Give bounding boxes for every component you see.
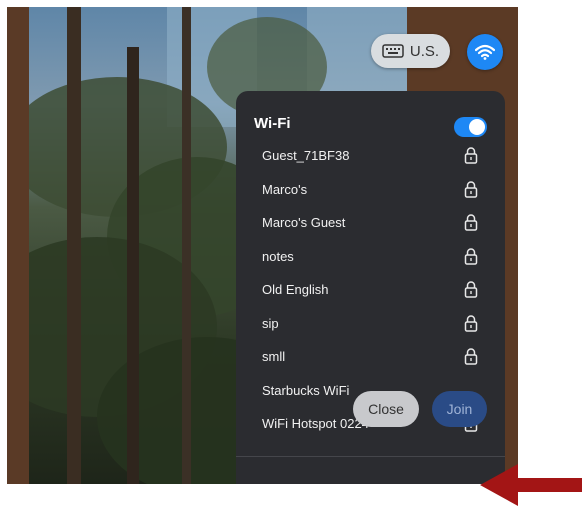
network-name: Marco's <box>262 181 308 197</box>
desktop-background: U.S. Wi-Fi Guest_71BF38 Marco's Marco's … <box>7 7 518 484</box>
network-item[interactable]: notes <box>236 240 505 274</box>
wifi-status-button[interactable] <box>467 34 503 70</box>
network-name: sip <box>262 315 279 331</box>
network-name: Marco's Guest <box>262 215 346 230</box>
join-button[interactable]: Join <box>432 391 487 427</box>
panel-divider <box>236 456 505 457</box>
wifi-panel-title: Wi-Fi <box>254 115 291 132</box>
network-name: Starbucks WiFi <box>262 382 350 398</box>
network-item[interactable]: smll <box>236 340 505 374</box>
network-name: Guest_71BF38 <box>262 148 350 163</box>
network-item[interactable]: Old English <box>236 273 505 307</box>
wifi-toggle[interactable] <box>454 117 487 137</box>
network-item[interactable]: Marco's Guest <box>236 206 505 240</box>
lock-icon <box>464 348 478 365</box>
annotation-arrow-icon <box>480 464 582 506</box>
network-name: WiFi Hotspot 0224 <box>262 416 369 431</box>
network-name: smll <box>262 349 286 364</box>
network-item[interactable]: Marco's <box>236 173 505 207</box>
lock-icon <box>464 247 478 265</box>
lock-icon <box>464 281 478 298</box>
lock-icon <box>464 180 478 198</box>
lock-icon <box>464 147 478 164</box>
network-name: Old English <box>262 282 329 297</box>
network-item[interactable]: Guest_71BF38 <box>236 139 505 173</box>
close-button[interactable]: Close <box>353 391 419 427</box>
keyboard-layout-button[interactable]: U.S. <box>371 34 450 68</box>
toggle-knob <box>469 119 485 135</box>
lock-icon <box>464 214 478 231</box>
lock-icon <box>464 314 478 332</box>
keyboard-icon <box>382 44 404 58</box>
keyboard-layout-label: U.S. <box>409 42 440 60</box>
network-name: notes <box>262 248 294 264</box>
wifi-icon <box>475 44 495 60</box>
network-item[interactable]: sip <box>236 307 505 341</box>
